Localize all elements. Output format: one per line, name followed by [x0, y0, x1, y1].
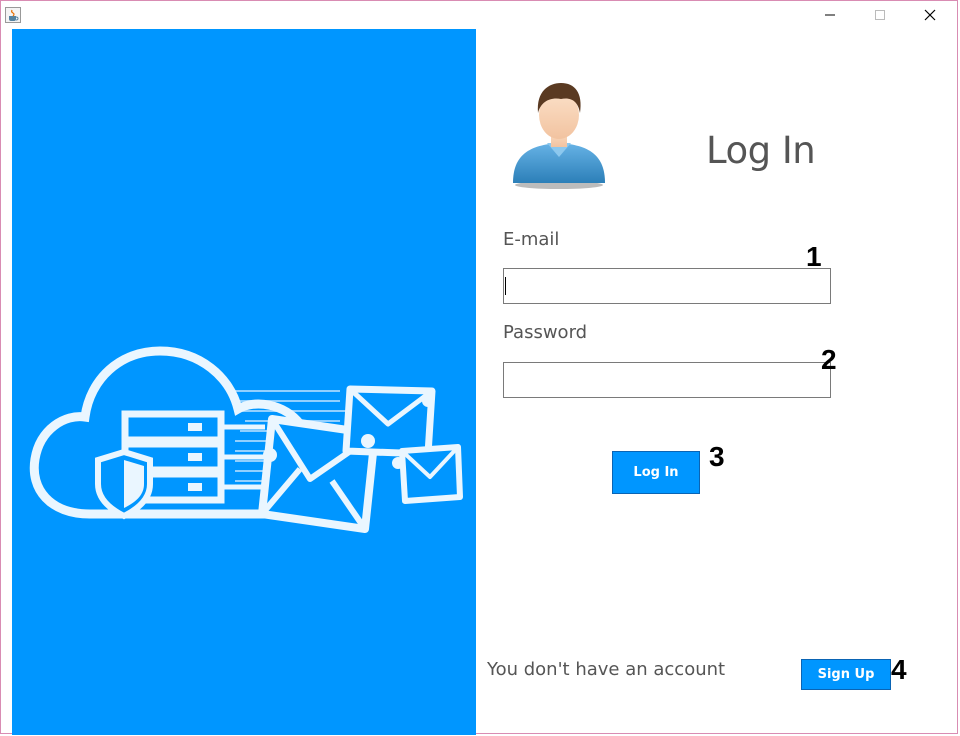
email-field[interactable] [503, 268, 831, 304]
user-avatar-icon [513, 83, 605, 189]
password-label: Password [503, 322, 588, 343]
close-icon [924, 9, 936, 21]
illustration-panel [12, 29, 476, 735]
maximize-icon [875, 10, 885, 20]
login-button[interactable]: Log In [612, 451, 700, 494]
java-cup-icon [5, 7, 21, 23]
annotation-marker-3: 3 [709, 441, 725, 472]
page-title: Log In [706, 129, 816, 172]
minimize-icon [825, 14, 835, 16]
text-cursor [505, 277, 506, 295]
annotation-marker-1: 1 [806, 241, 822, 272]
signup-prompt: You don't have an account [487, 659, 726, 680]
password-field[interactable] [503, 362, 831, 398]
annotation-marker-4: 4 [891, 654, 907, 685]
annotation-marker-2: 2 [821, 344, 837, 375]
maximize-button[interactable] [857, 1, 903, 29]
close-button[interactable] [907, 1, 953, 29]
minimize-button[interactable] [807, 1, 853, 29]
cloud-mail-illustration [29, 346, 463, 533]
signup-button[interactable]: Sign Up [801, 659, 891, 690]
title-bar[interactable] [1, 1, 957, 29]
email-label: E-mail [503, 229, 560, 250]
app-window: Log In E-mail Password Log In You don't … [0, 0, 958, 735]
cloud-icon [29, 346, 305, 519]
